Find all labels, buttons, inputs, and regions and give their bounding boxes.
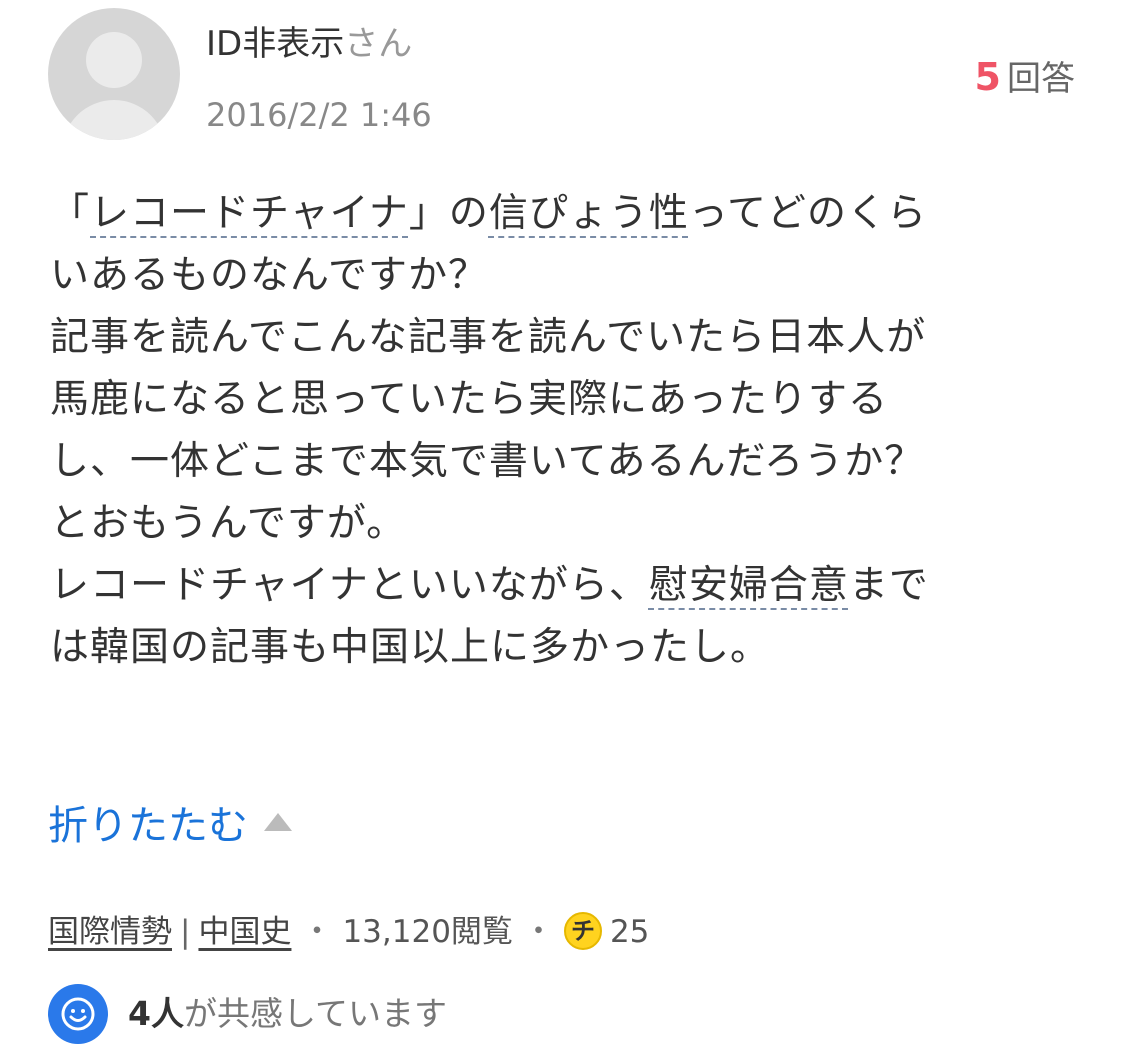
avatar-body: [62, 100, 166, 140]
meta-dot: ・: [522, 914, 554, 950]
meta-dot: ・: [301, 914, 333, 950]
chiebukuro-coin-icon: チ: [563, 911, 602, 950]
triangle-up-icon: [264, 813, 292, 831]
question-line: は韓国の記事も中国以上に多かったし。: [50, 625, 771, 670]
avatar-head: [86, 32, 142, 88]
keyword-link-credibility[interactable]: 信ぴょう性: [489, 191, 689, 236]
view-count: 13,120閲覧: [342, 914, 513, 950]
keyword-link-record-china[interactable]: レコードチャイナ: [90, 191, 409, 236]
user-avatar[interactable]: [48, 8, 180, 140]
text: レコードチャイナといいながら、: [50, 563, 649, 608]
question-line: 「レコードチャイナ」の信ぴょう性ってどのくら: [50, 183, 1080, 245]
category-link-chinese-history[interactable]: 中国史: [198, 914, 291, 950]
smile-icon[interactable]: [48, 984, 108, 1044]
answer-count[interactable]: 5 回答: [975, 54, 1075, 102]
empathy-text: 4人が共感しています: [128, 990, 447, 1038]
user-suffix: さん: [344, 24, 413, 64]
question-body: 「レコードチャイナ」の信ぴょう性ってどのくら いあるものなんですか？ 記事を読ん…: [50, 183, 1080, 679]
answer-count-number: 5: [974, 55, 1001, 99]
keyword-link-comfort-women-agreement[interactable]: 慰安婦合意: [649, 563, 849, 608]
user-name[interactable]: ID非表示さん: [206, 22, 412, 66]
user-id-label: ID非表示: [206, 24, 345, 64]
answer-count-label: 回答: [1007, 59, 1075, 99]
question-line: とおもうんですが。: [50, 501, 407, 546]
question-line: レコードチャイナといいながら、慰安婦合意まで: [50, 555, 1080, 617]
category-separator: |: [180, 914, 191, 950]
question-meta: 国際情勢 | 中国史・ 13,120閲覧・チ 25: [48, 910, 649, 954]
text: 「: [50, 191, 91, 236]
text: ってどのくら: [688, 191, 927, 236]
empathy-count: 4人: [128, 994, 184, 1033]
post-date: 2016/2/2 1:46: [206, 96, 432, 134]
collapse-button[interactable]: 折りたたむ: [48, 798, 292, 854]
text: 」の: [408, 191, 489, 236]
question-line: 馬鹿になると思っていたら実際にあったりする: [50, 377, 889, 422]
question-line: し、一体どこまで本気で書いてあるんだろうか？: [50, 439, 925, 484]
question-line: いあるものなんですか？: [50, 253, 489, 298]
category-link-international[interactable]: 国際情勢: [48, 914, 172, 950]
coin-count: 25: [609, 914, 650, 950]
question-line: 記事を読んでこんな記事を読んでいたら日本人が: [50, 315, 927, 360]
collapse-label: 折りたたむ: [48, 803, 248, 849]
empathy-label: が共感しています: [183, 994, 447, 1033]
text: まで: [848, 563, 929, 608]
